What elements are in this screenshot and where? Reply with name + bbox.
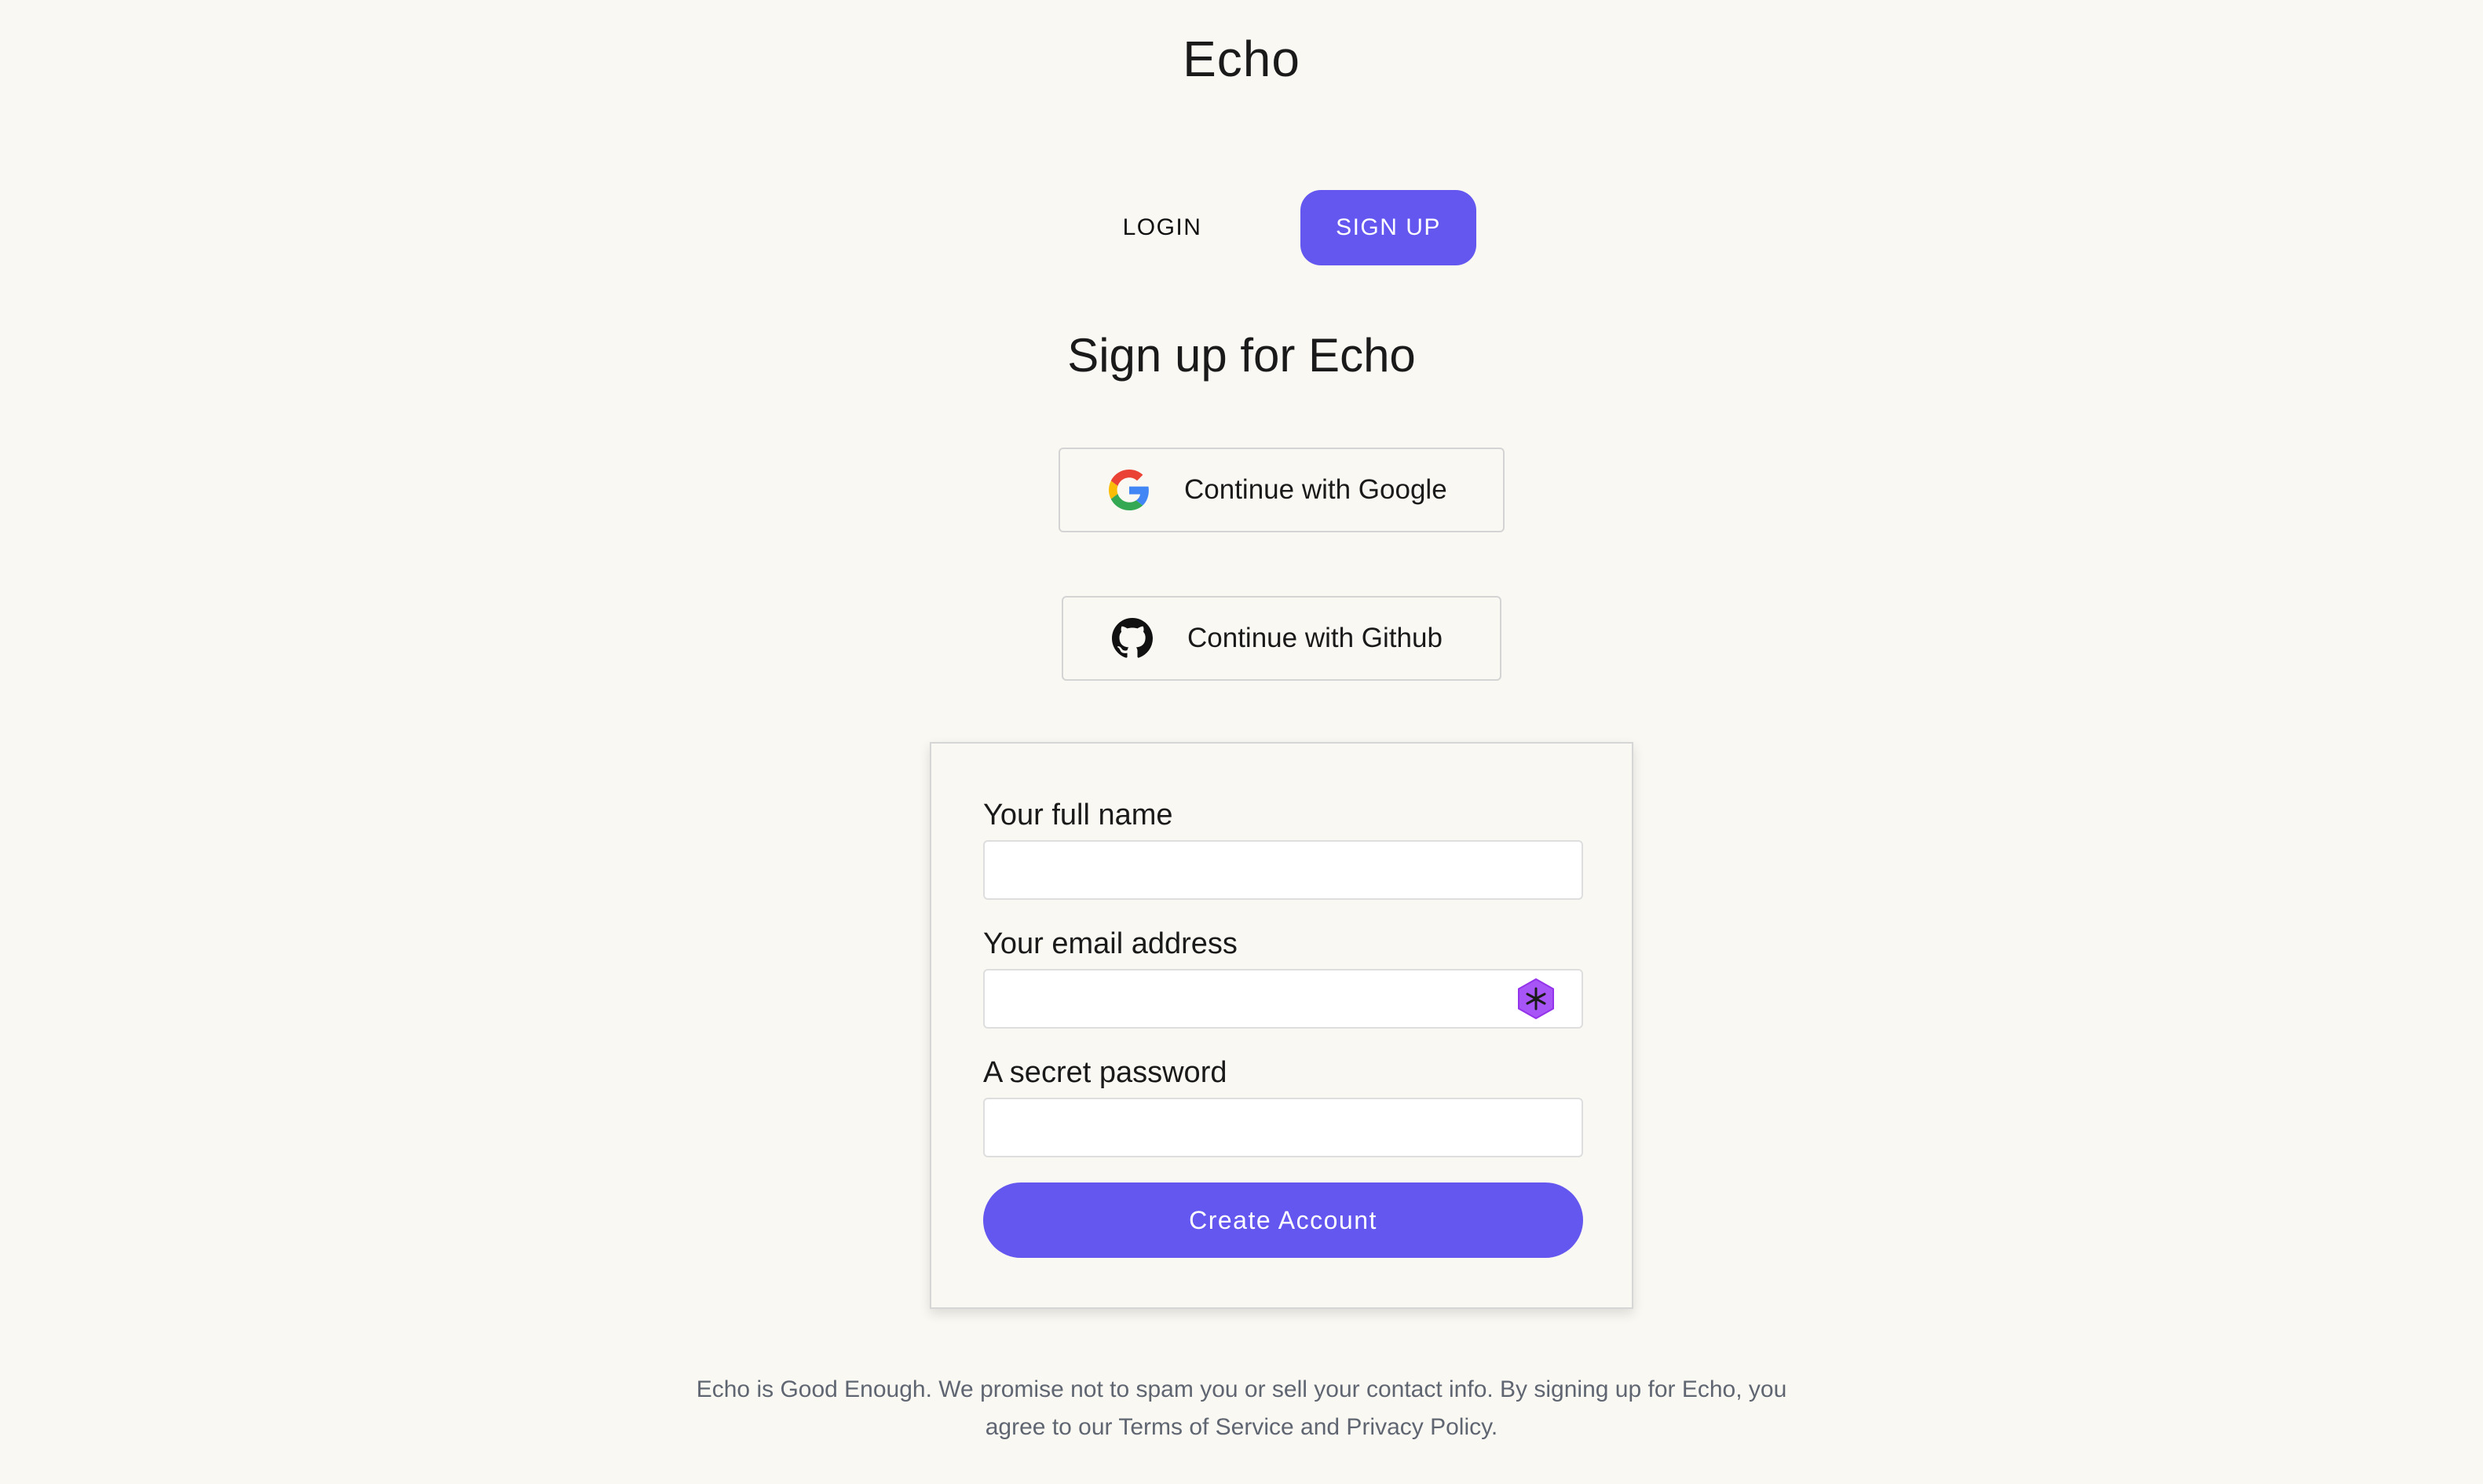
create-account-button[interactable]: Create Account [983,1182,1583,1258]
email-input[interactable] [983,969,1583,1029]
full-name-label: Your full name [983,799,1173,832]
footer-disclaimer: Echo is Good Enough. We promise not to s… [675,1371,1808,1446]
password-input[interactable] [983,1098,1583,1157]
google-button-label: Continue with Google [1184,474,1447,505]
full-name-input[interactable] [983,840,1583,900]
password-manager-extension-icon[interactable] [1514,977,1558,1021]
tab-signup[interactable]: SIGN UP [1300,190,1476,265]
google-icon [1109,470,1150,510]
signup-page: Echo LOGIN SIGN UP Sign up for Echo Cont… [0,0,2483,1484]
password-label: A secret password [983,1056,1227,1089]
signup-form-card: Your full name Your email address A secr… [930,742,1633,1309]
github-button-label: Continue with Github [1187,623,1443,653]
email-label: Your email address [983,927,1238,960]
app-title: Echo [1183,31,1300,87]
footer-line-2: agree to our Terms of Service and Privac… [985,1414,1498,1440]
continue-with-github-button[interactable]: Continue with Github [1062,596,1501,681]
continue-with-google-button[interactable]: Continue with Google [1059,448,1505,532]
footer-line-1: Echo is Good Enough. We promise not to s… [696,1376,1787,1402]
github-icon [1112,618,1153,659]
tab-login[interactable]: LOGIN [1076,190,1249,265]
auth-tabs: LOGIN SIGN UP [1076,190,1476,265]
page-heading: Sign up for Echo [1067,329,1416,382]
